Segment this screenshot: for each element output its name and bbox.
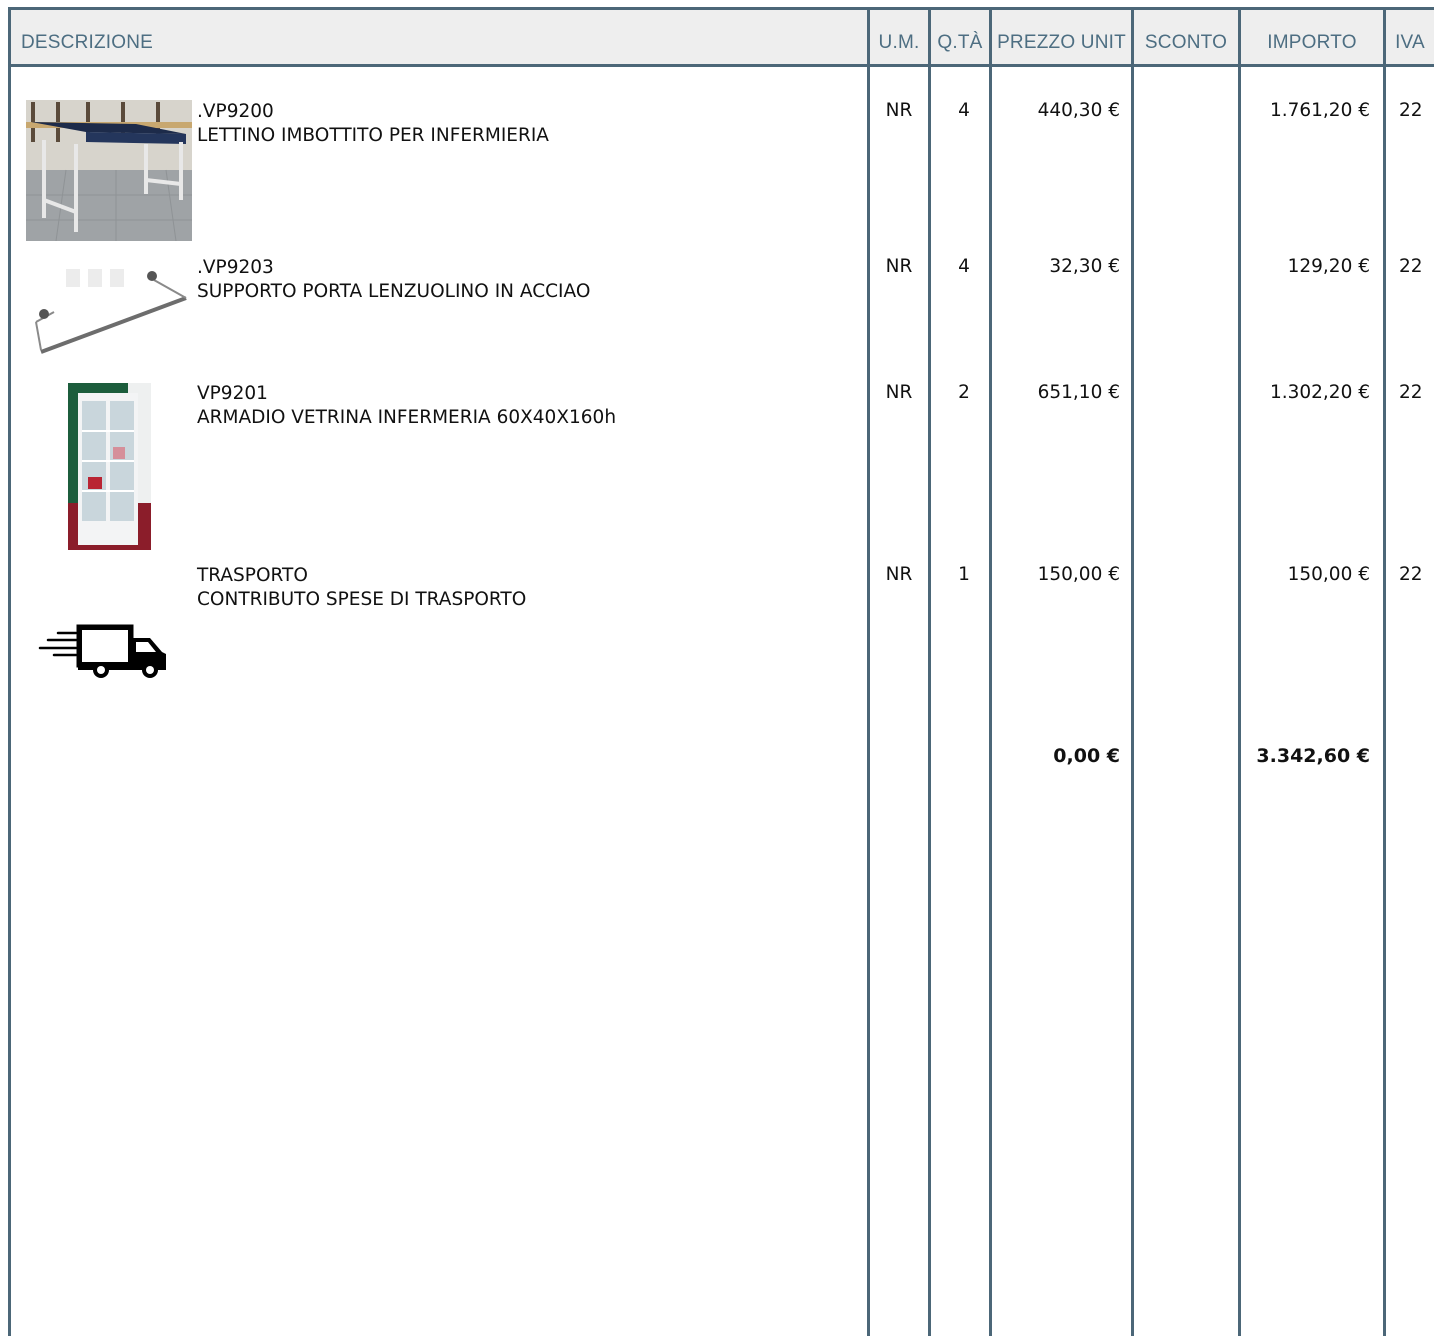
table-left-border — [8, 7, 11, 1336]
item-code: VP9201 — [197, 383, 268, 404]
total-prezzo-unit: 0,00 € — [1053, 745, 1120, 767]
cell-importo: 150,00 € — [1287, 564, 1370, 585]
header-importo: IMPORTO — [1267, 32, 1357, 53]
cell-prezzo-unit: 651,10 € — [1037, 382, 1120, 403]
invoice-lines-table: DESCRIZIONE U.M. Q.TÀ PREZZO UNIT SCONTO… — [0, 0, 1434, 1336]
column-divider — [928, 7, 931, 1336]
cell-qta: 1 — [958, 564, 970, 585]
total-importo: 3.342,60 € — [1256, 745, 1370, 767]
row-description: TRASPORTO CONTRIBUTO SPESE DI TRASPORTO — [197, 564, 526, 612]
row-description: .VP9203 SUPPORTO PORTA LENZUOLINO IN ACC… — [197, 256, 590, 304]
sheet-holder-image — [26, 254, 188, 362]
row-description: VP9201 ARMADIO VETRINA INFERMERIA 60X40X… — [197, 382, 616, 430]
cell-um: NR — [885, 382, 913, 403]
item-code: .VP9200 — [197, 101, 274, 122]
column-divider — [1131, 7, 1134, 1336]
header-iva: IVA — [1395, 32, 1425, 53]
column-divider — [867, 7, 870, 1336]
cell-iva: 22 — [1399, 382, 1423, 403]
cell-iva: 22 — [1399, 256, 1423, 277]
cell-importo: 1.761,20 € — [1269, 100, 1370, 121]
cell-prezzo-unit: 440,30 € — [1037, 100, 1120, 121]
cell-um: NR — [885, 100, 913, 121]
cell-importo: 1.302,20 € — [1269, 382, 1370, 403]
item-description: ARMADIO VETRINA INFERMERIA 60X40X160h — [197, 407, 617, 428]
cell-um: NR — [885, 256, 913, 277]
cell-qta: 4 — [958, 100, 970, 121]
header-qta: Q.TÀ — [937, 32, 983, 53]
column-divider — [989, 7, 992, 1336]
cell-iva: 22 — [1399, 100, 1423, 121]
column-divider — [1383, 7, 1386, 1336]
cell-qta: 2 — [958, 382, 970, 403]
medical-bed-image — [26, 100, 192, 241]
header-descrizione: DESCRIZIONE — [21, 32, 154, 53]
glass-cabinet-image — [68, 383, 151, 550]
item-description: LETTINO IMBOTTITO PER INFERMIERIA — [197, 125, 549, 146]
item-description: CONTRIBUTO SPESE DI TRASPORTO — [197, 589, 527, 610]
header-prezzo-unit: PREZZO UNIT — [997, 32, 1126, 53]
column-divider — [1238, 7, 1241, 1336]
cell-qta: 4 — [958, 256, 970, 277]
delivery-truck-icon — [38, 620, 168, 682]
item-code: TRASPORTO — [197, 565, 308, 586]
cell-um: NR — [885, 564, 913, 585]
item-description: SUPPORTO PORTA LENZUOLINO IN ACCIAO — [197, 281, 591, 302]
cell-prezzo-unit: 32,30 € — [1049, 256, 1120, 277]
header-sconto: SCONTO — [1144, 32, 1228, 53]
cell-importo: 129,20 € — [1287, 256, 1370, 277]
row-description: .VP9200 LETTINO IMBOTTITO PER INFERMIERI… — [197, 100, 549, 148]
header-um: U.M. — [878, 32, 920, 53]
item-code: .VP9203 — [197, 257, 274, 278]
cell-iva: 22 — [1399, 564, 1423, 585]
cell-prezzo-unit: 150,00 € — [1037, 564, 1120, 585]
